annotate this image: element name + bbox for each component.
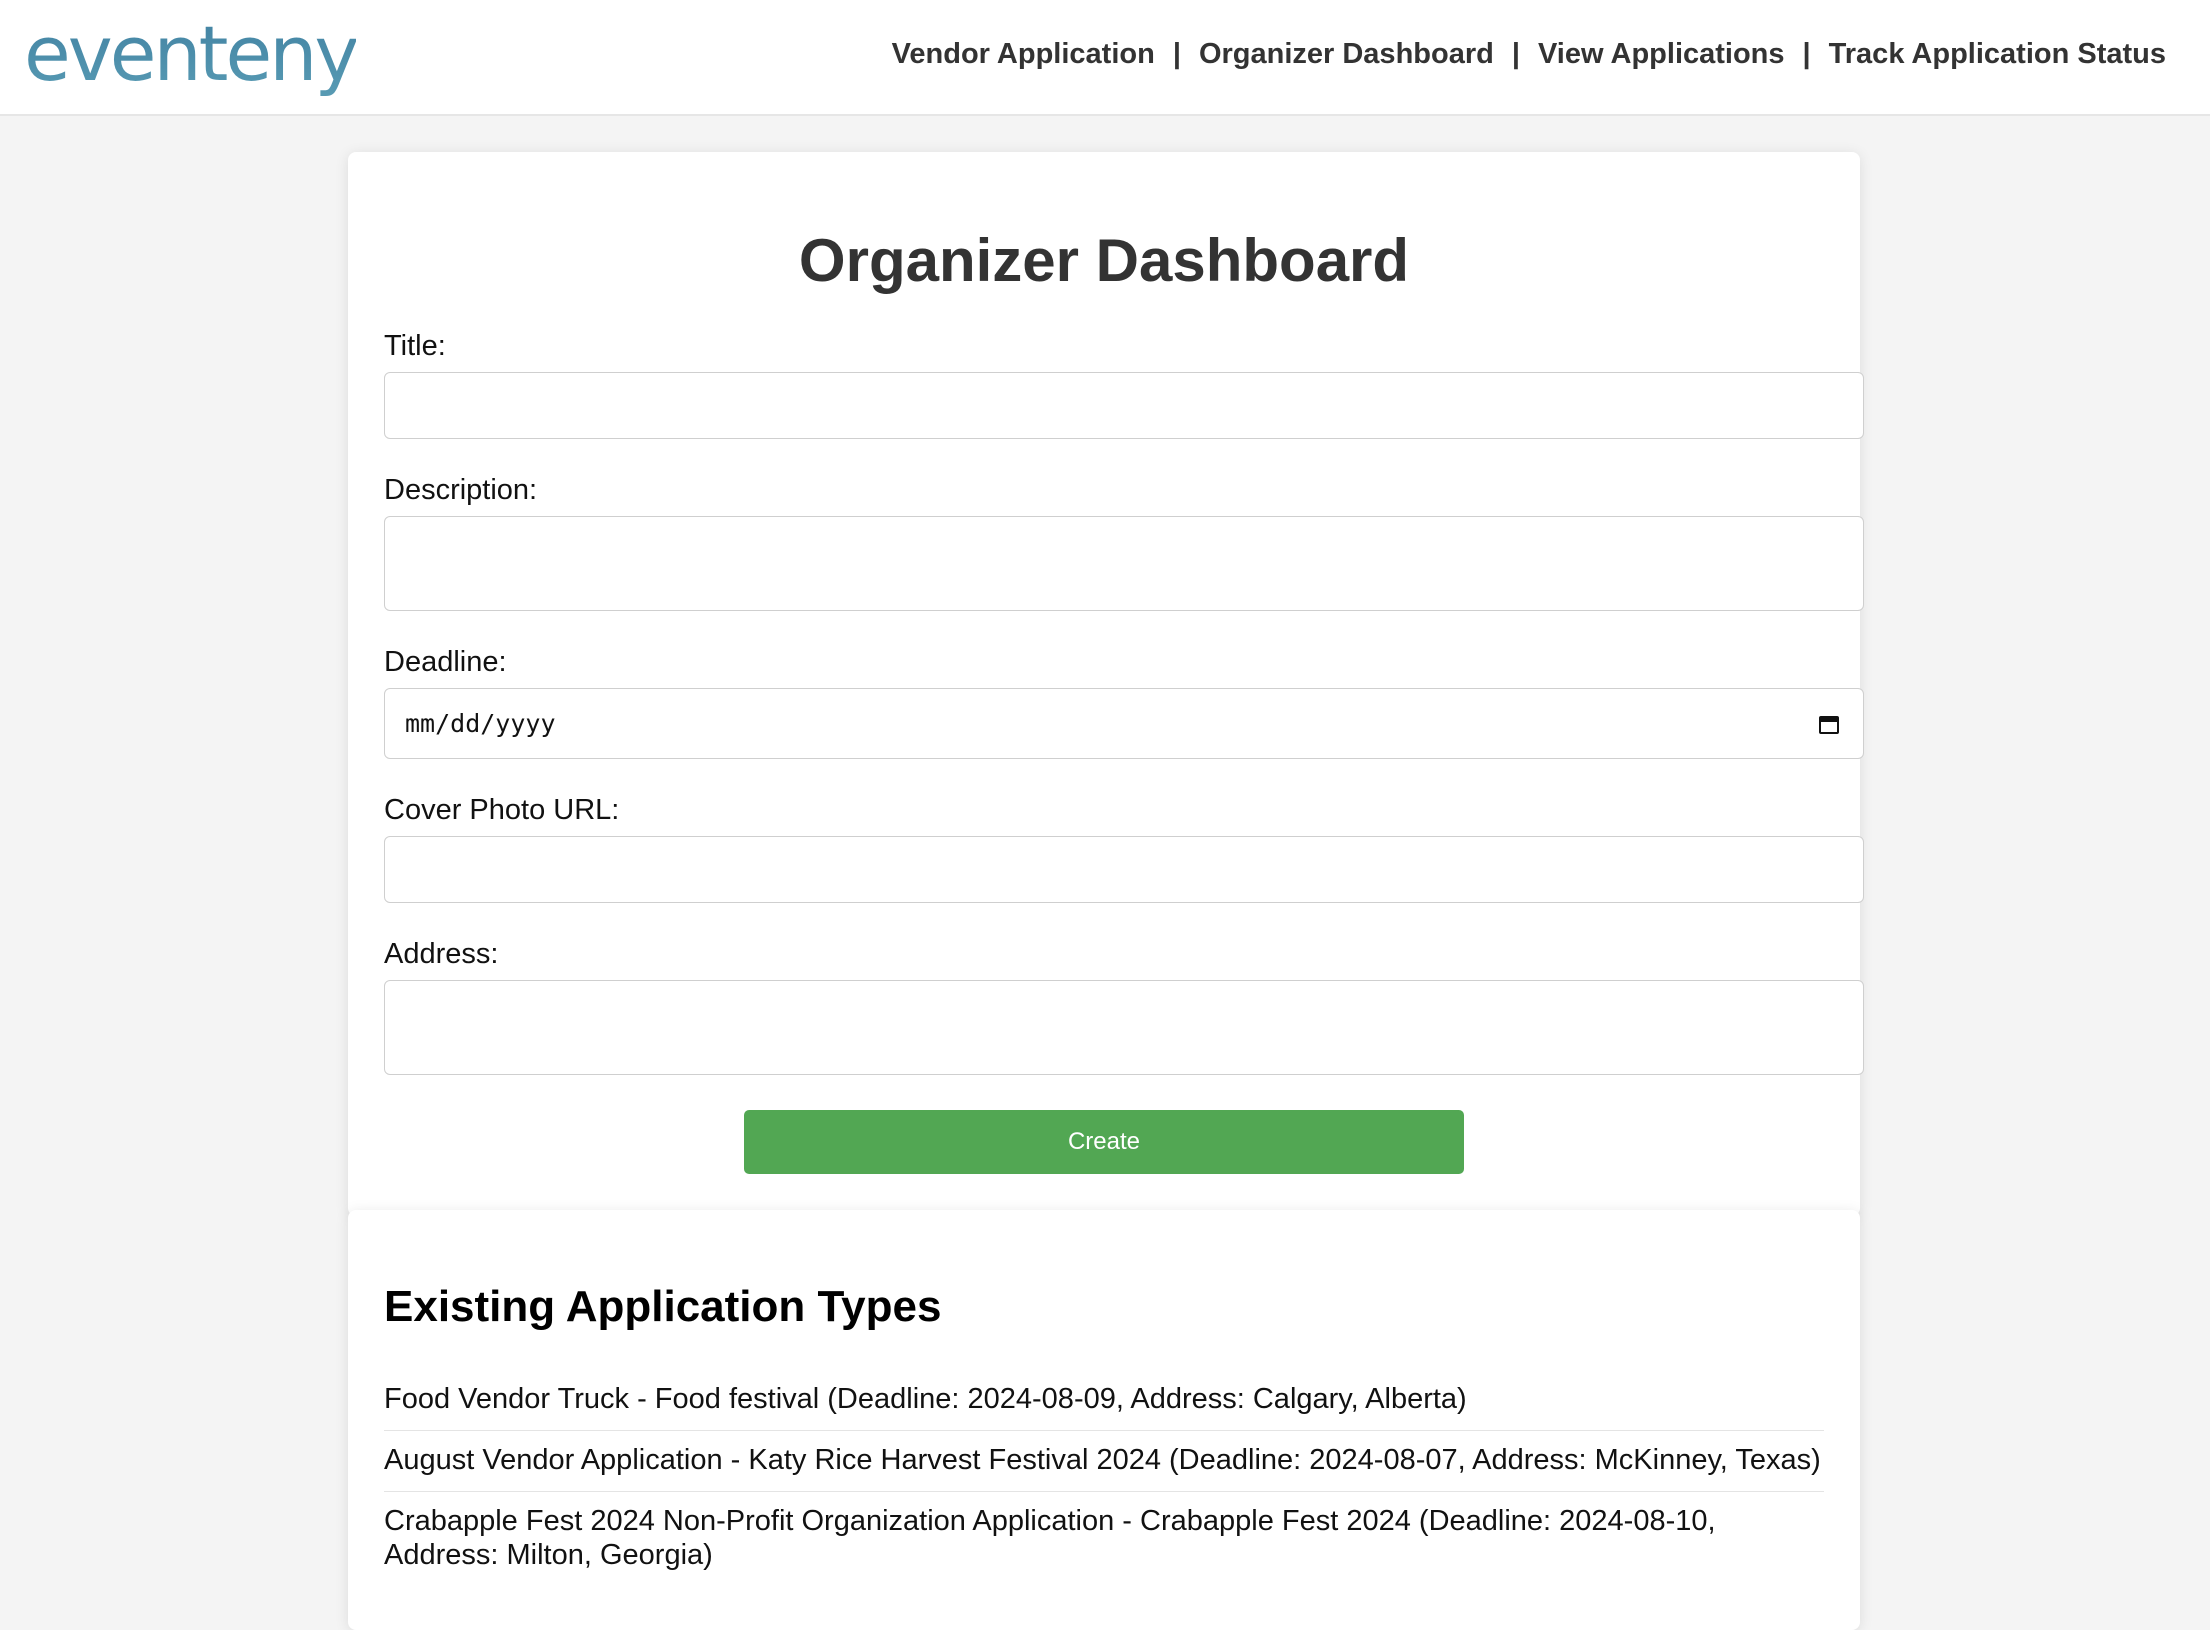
nav-vendor-application[interactable]: Vendor Application xyxy=(892,38,1155,71)
top-header: eventeny Vendor Application | Organizer … xyxy=(0,0,2210,116)
nav-separator: | xyxy=(1511,38,1520,70)
application-types-list: Food Vendor Truck - Food festival (Deadl… xyxy=(384,1370,1824,1586)
nav-organizer-dashboard[interactable]: Organizer Dashboard xyxy=(1199,38,1494,71)
cover-photo-url-input[interactable] xyxy=(384,836,1864,903)
nav-track-application-status[interactable]: Track Application Status xyxy=(1829,38,2166,71)
page-title: Organizer Dashboard xyxy=(798,227,1410,294)
deadline-date-input[interactable]: mm/dd/yyyy xyxy=(384,688,1864,759)
nav-separator: | xyxy=(1802,38,1811,70)
section-title: Existing Application Types xyxy=(384,1282,942,1331)
calendar-icon[interactable] xyxy=(1819,714,1839,734)
address-label: Address: xyxy=(384,938,499,970)
list-item: Food Vendor Truck - Food festival (Deadl… xyxy=(384,1370,1824,1431)
description-label: Description: xyxy=(384,474,538,506)
eventeny-logo[interactable]: eventeny xyxy=(24,4,359,104)
nav-separator: | xyxy=(1172,38,1181,70)
create-application-form: Organizer Dashboard Title: Description: … xyxy=(348,152,1864,1216)
main-nav: Vendor Application | Organizer Dashboard… xyxy=(892,38,2166,71)
existing-application-types-panel: Existing Application Types Food Vendor T… xyxy=(348,1210,1860,1630)
create-button[interactable]: Create xyxy=(744,1110,1464,1174)
description-textarea[interactable] xyxy=(384,516,1864,611)
date-placeholder: mm/dd/yyyy xyxy=(405,709,556,738)
title-input[interactable] xyxy=(384,372,1864,439)
deadline-label: Deadline: xyxy=(384,646,507,678)
nav-view-applications[interactable]: View Applications xyxy=(1538,38,1785,71)
cover-photo-url-label: Cover Photo URL: xyxy=(384,794,620,826)
list-item: August Vendor Application - Katy Rice Ha… xyxy=(384,1431,1824,1492)
title-label: Title: xyxy=(384,330,446,362)
list-item: Crabapple Fest 2024 Non-Profit Organizat… xyxy=(384,1505,1716,1571)
address-textarea[interactable] xyxy=(384,980,1864,1075)
